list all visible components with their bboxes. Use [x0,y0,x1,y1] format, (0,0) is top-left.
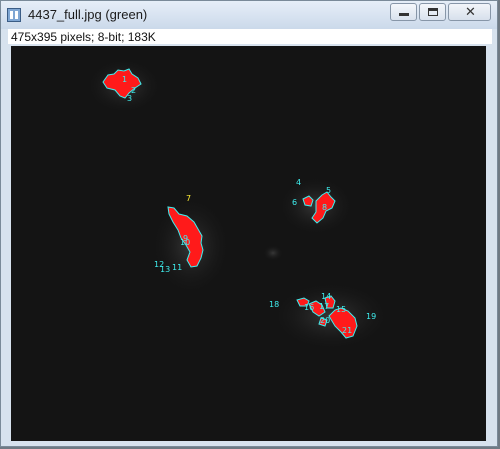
roi-label: 8 [322,203,327,212]
image-svg[interactable]: 12345678910111213141516 1718192021 [11,46,486,441]
imagej-app-icon [7,8,21,22]
close-icon: ✕ [465,4,476,19]
roi-label: 5 [326,186,331,195]
roi-label: 10 [180,238,190,247]
roi-label: 4 [296,178,301,187]
minimize-icon [399,13,409,16]
roi-label: 18 [269,300,279,309]
roi-label: 14 [321,292,331,301]
roi-label: 6 [292,198,297,207]
image-background [11,46,486,441]
window-title: 4437_full.jpg (green) [28,7,148,22]
roi-label: 3 [127,94,132,103]
roi-label: 19 [366,312,376,321]
roi-label: 20 [320,316,330,325]
roi-label: 15 [336,305,346,314]
roi-label: 17 [319,302,329,311]
title-bar[interactable]: 4437_full.jpg (green) ✕ [1,1,497,29]
maximize-icon [428,8,438,16]
cell-glow [263,245,283,261]
minimize-button[interactable] [390,3,417,21]
roi-label: 7 [186,194,191,203]
window-controls: ✕ [390,3,491,23]
image-info-bar: 475x395 pixels; 8-bit; 183K [8,29,492,44]
roi-label: 21 [342,326,352,335]
roi-label: 1 [122,75,127,84]
roi-label: 16 [304,303,314,312]
maximize-button[interactable] [419,3,446,21]
image-canvas[interactable]: 1 2 3 4 5 6 7 8 9 10 11 12 13 14 15 16 17 18 19 20 21 [11,46,486,441]
image-info-text: 475x395 pixels; 8-bit; 183K [11,30,156,44]
roi-label: 11 [172,263,182,272]
roi-label: 13 [160,265,170,274]
image-window: 4437_full.jpg (green) ✕ 475x395 pixels; … [0,0,498,447]
close-button[interactable]: ✕ [448,3,491,21]
